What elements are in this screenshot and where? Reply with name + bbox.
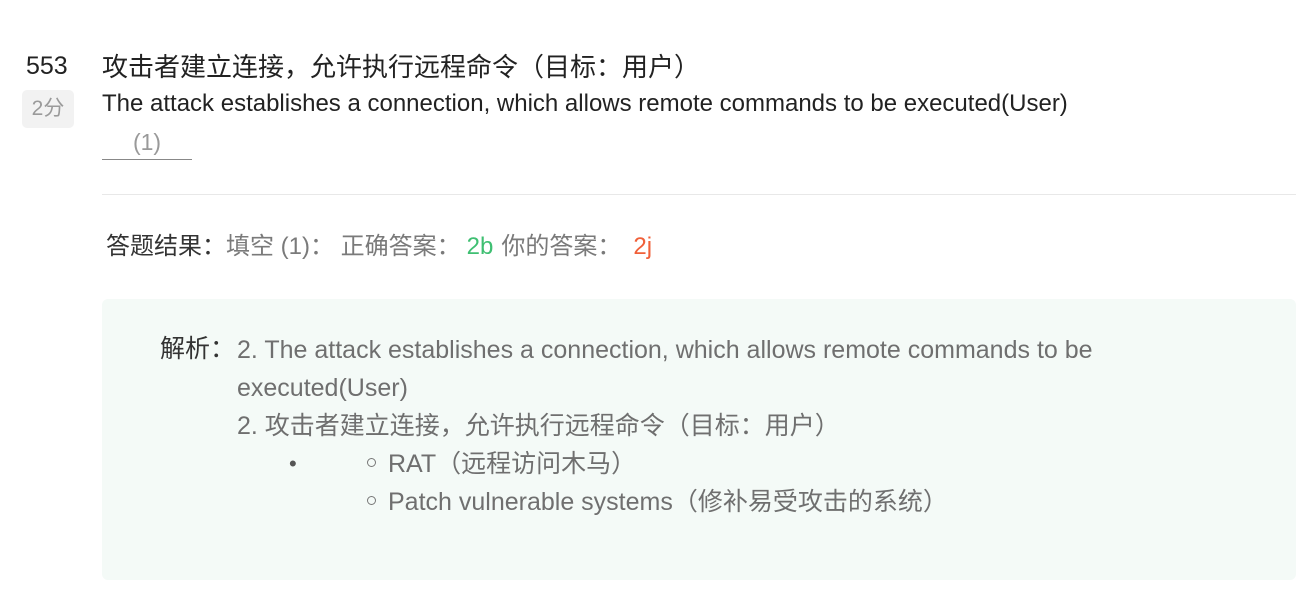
list-item: Patch vulnerable systems（修补易受攻击的系统） bbox=[237, 483, 1177, 521]
question-number: 553 bbox=[26, 52, 68, 80]
analysis-label: 解析： bbox=[160, 335, 236, 363]
your-answer-label: 你的答案： bbox=[501, 233, 622, 260]
your-answer-value: 2j bbox=[633, 233, 653, 260]
result-label: 答题结果： bbox=[106, 233, 226, 260]
analysis-panel: 解析： 2. The attack establishes a connecti… bbox=[102, 299, 1296, 580]
correct-answer-label: 正确答案： bbox=[340, 233, 461, 260]
sub-list-item: RAT（远程访问木马） bbox=[367, 445, 636, 483]
circle-bullet-icon bbox=[367, 495, 376, 505]
analysis-line-en-2: executed(User) bbox=[237, 374, 408, 402]
circle-bullet-icon bbox=[367, 457, 376, 467]
answer-blank-1[interactable]: (1) bbox=[102, 125, 192, 160]
analysis-line-cn: 2. 攻击者建立连接，允许执行远程命令（目标：用户） bbox=[237, 412, 840, 440]
list-item: • RAT（远程访问木马） bbox=[237, 445, 1177, 483]
question-body: 攻击者建立连接，允许执行远程命令（目标：用户） The attack estab… bbox=[102, 50, 1296, 160]
divider bbox=[102, 194, 1296, 195]
result-blank-desc: 填空 (1)： bbox=[226, 233, 334, 260]
analysis-line-en-1: 2. The attack establishes a connection, … bbox=[237, 336, 1093, 364]
analysis-content: 2. The attack establishes a connection, … bbox=[237, 331, 1177, 521]
sub-list-item: Patch vulnerable systems（修补易受攻击的系统） bbox=[367, 483, 948, 521]
sub-item-text: Patch vulnerable systems（修补易受攻击的系统） bbox=[388, 488, 948, 516]
question-score-badge: 2分 bbox=[22, 90, 74, 128]
correct-answer-value: 2b bbox=[466, 233, 494, 260]
sub-item-text: RAT（远程访问木马） bbox=[388, 450, 637, 478]
question-title-chinese: 攻击者建立连接，允许执行远程命令（目标：用户） bbox=[102, 52, 701, 82]
answer-result-line: 答题结果：填空 (1)： 正确答案： 2b 你的答案： 2j bbox=[106, 230, 652, 264]
bullet-dot-icon: • bbox=[289, 451, 297, 476]
question-title-english: The attack establishes a connection, whi… bbox=[102, 90, 1068, 117]
